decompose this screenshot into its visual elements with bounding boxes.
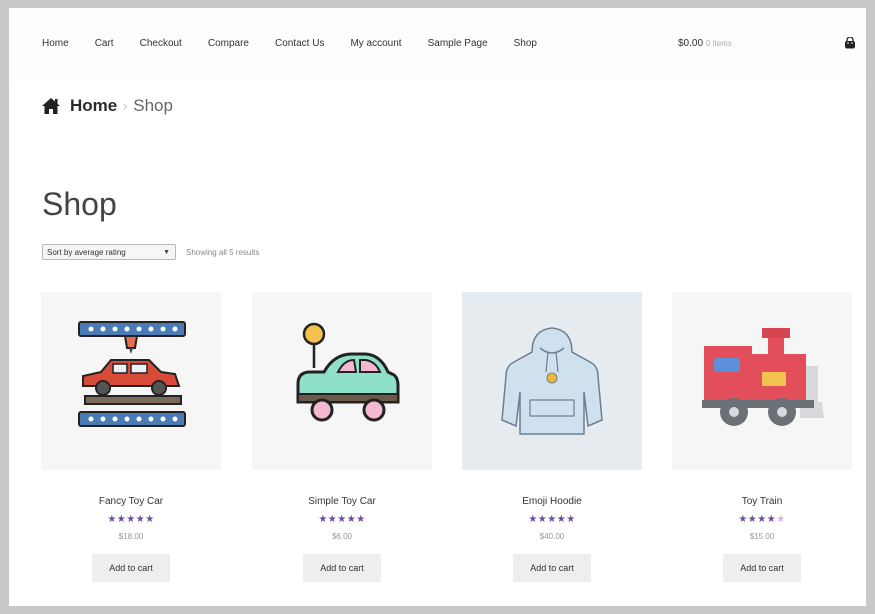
home-icon [42,98,60,114]
product-image[interactable] [672,292,852,470]
nav-compare[interactable]: Compare [208,38,249,49]
page-title: Shop [42,186,117,222]
cart-total: $0.00 [678,38,704,49]
factory-car-icon [78,321,186,427]
product-card-emoji-hoodie: Emoji Hoodie ★★★★★ $40.00 Add to cart [462,292,642,582]
product-name[interactable]: Simple Toy Car [252,496,432,507]
sort-select[interactable]: Sort by average rating ▼ [42,244,176,260]
nav-my-account[interactable]: My account [350,38,401,49]
nav-home[interactable]: Home [42,38,69,49]
breadcrumb-separator: › [123,99,128,113]
product-name[interactable]: Fancy Toy Car [41,496,221,507]
product-image[interactable] [462,292,642,470]
rating-stars: ★★★★★ [672,514,852,525]
result-count: Showing all 5 results [186,248,260,257]
cart-summary[interactable]: $0.00 0 items [678,38,732,49]
toy-car-icon [296,322,400,422]
filled-stars: ★★★★★ [318,514,366,525]
breadcrumb-home-link[interactable]: Home [70,96,117,116]
add-to-cart-button[interactable]: Add to cart [723,554,801,582]
rating-stars: ★★★★★ [41,514,221,525]
filled-stars: ★★★★★ [528,514,576,525]
add-to-cart-button[interactable]: Add to cart [303,554,381,582]
rating-stars: ★★★★★ [252,514,432,525]
product-price: $6.00 [331,532,353,541]
main-nav: Home Cart Checkout Compare Contact Us My… [42,38,563,49]
product-card-fancy-toy-car: Fancy Toy Car ★★★★★ $18.00 Add to cart [41,292,221,582]
nav-shop[interactable]: Shop [514,38,537,49]
product-price: $18.00 [118,532,144,541]
site-header: Home Cart Checkout Compare Contact Us My… [9,8,866,82]
hoodie-icon [501,327,603,435]
breadcrumb: Home › Shop [41,96,173,116]
nav-cart[interactable]: Cart [95,38,114,49]
nav-contact-us[interactable]: Contact Us [275,38,324,49]
nav-checkout[interactable]: Checkout [140,38,182,49]
rating-stars: ★★★★★ [462,514,642,525]
product-price: $40.00 [539,532,565,541]
product-card-simple-toy-car: Simple Toy Car ★★★★★ $6.00 Add to cart [252,292,432,582]
cart-item-count: 0 items [706,39,732,48]
filled-stars: ★★★★ [738,514,777,525]
product-price: $15.00 [749,532,775,541]
product-name[interactable]: Toy Train [672,496,852,507]
add-to-cart-button[interactable]: Add to cart [513,554,591,582]
filled-stars: ★★★★★ [107,514,155,525]
chevron-down-icon: ▼ [163,249,170,256]
sort-selected-value: Sort by average rating [47,248,126,257]
product-card-toy-train: Toy Train ★★★★★ $15.00 Add to cart [672,292,852,582]
breadcrumb-current: Shop [133,96,173,115]
add-to-cart-button[interactable]: Add to cart [92,554,170,582]
page-frame: Home Cart Checkout Compare Contact Us My… [9,8,866,606]
product-image[interactable] [252,292,432,470]
shopping-bag-icon[interactable] [844,37,856,49]
toy-train-icon [702,328,824,426]
product-name[interactable]: Emoji Hoodie [462,496,642,507]
nav-sample-page[interactable]: Sample Page [428,38,488,49]
product-image[interactable] [41,292,221,470]
empty-stars: ★ [776,514,786,525]
